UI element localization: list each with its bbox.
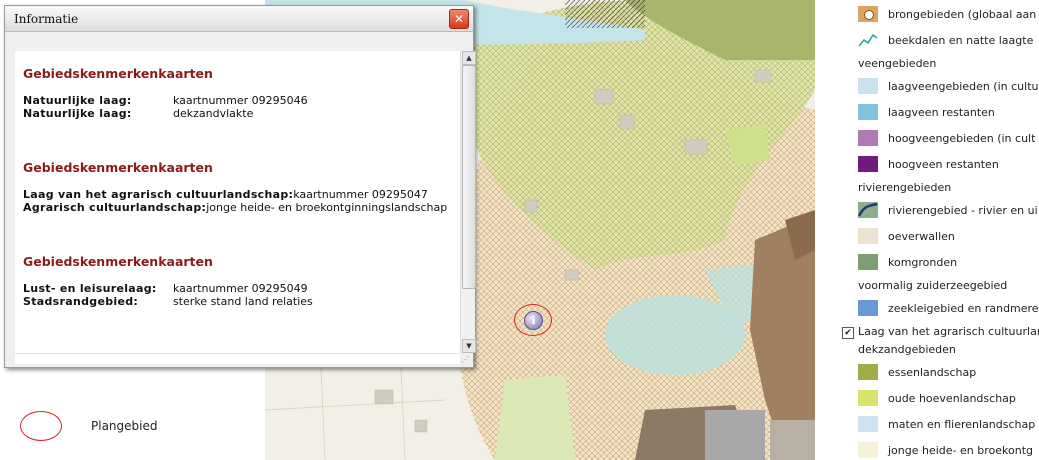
section-heading: Gebiedskenmerkenkaarten	[23, 160, 213, 175]
plangebied-symbol	[20, 411, 62, 441]
section-heading: Gebiedskenmerkenkaarten	[23, 66, 213, 81]
info-row: Laag van het agrarisch cultuurlandschap:…	[23, 188, 428, 201]
info-row: Stadsrandgebied: sterke stand land relat…	[23, 295, 313, 308]
legend-swatch	[858, 416, 878, 432]
info-value: sterke stand land relaties	[173, 295, 313, 308]
info-value: kaartnummer 09295047	[293, 188, 428, 201]
legend-item-label: laagveen restanten	[888, 106, 995, 119]
section-heading: Gebiedskenmerkenkaarten	[23, 254, 213, 269]
info-key: Natuurlijke laag:	[23, 94, 132, 107]
info-key: Laag van het agrarisch cultuurlandschap:	[23, 188, 294, 201]
legend-swatch	[858, 442, 878, 458]
legend-swatch	[858, 104, 878, 120]
legend-item-label: oeverwallen	[888, 230, 955, 243]
scroll-down-icon[interactable]: ▼	[462, 339, 476, 353]
info-value: kaartnummer 09295046	[173, 94, 308, 107]
legend-item-label: essenlandschap	[888, 366, 977, 379]
river-line-icon	[857, 202, 878, 218]
info-row: Lust- en leisurelaag: kaartnummer 092950…	[23, 282, 308, 295]
map-legend: brongebieden (globaal aan beekdalen en na…	[815, 0, 1039, 460]
legend-item-label: maten en flierenlandschap	[888, 418, 1036, 431]
info-row: Natuurlijke laag: kaartnummer 09295046	[23, 94, 308, 107]
legend-group-heading: voormalig zuiderzeegebied	[858, 279, 1008, 292]
spring-dot-icon	[858, 6, 878, 22]
plangebied-label: Plangebied	[91, 419, 158, 433]
legend-item-label: komgronden	[888, 256, 958, 269]
legend-item-label: hoogveengebieden (in cult	[888, 132, 1036, 145]
stream-line-icon	[858, 32, 878, 48]
info-key: Natuurlijke laag:	[23, 107, 132, 120]
popup-content: Gebiedskenmerkenkaarten Natuurlijke laag…	[15, 51, 460, 353]
info-section: Gebiedskenmerkenkaarten Laag van het agr…	[23, 160, 460, 214]
legend-item-label: oude hoevenlandschap	[888, 392, 1016, 405]
popup-title: Informatie	[14, 12, 79, 26]
close-icon[interactable]: ✕	[449, 9, 469, 29]
info-section: Gebiedskenmerkenkaarten Lust- en leisure…	[23, 254, 460, 308]
resize-grip-icon[interactable]: ⋰	[461, 355, 471, 365]
layer-label[interactable]: Laag van het agrarisch cultuurlan	[858, 325, 1039, 338]
legend-swatch	[858, 254, 878, 270]
popup-horizontal-area	[15, 353, 460, 364]
legend-swatch	[858, 228, 878, 244]
legend-item-label: rivierengebied - rivier en ui	[888, 204, 1038, 217]
legend-swatch	[858, 130, 878, 146]
info-key: Agrarisch cultuurlandschap:	[23, 201, 207, 214]
legend-item-label: laagveengebieden (in cultu	[888, 80, 1039, 93]
legend-item-label: zeekleigebied en randmere	[888, 302, 1039, 315]
info-value: dekzandvlakte	[173, 107, 254, 120]
info-value: kaartnummer 09295049	[173, 282, 308, 295]
scroll-up-icon[interactable]: ▲	[462, 51, 476, 65]
info-section: Gebiedskenmerkenkaarten Natuurlijke laag…	[23, 66, 460, 120]
info-row: Agrarisch cultuurlandschap:jonge heide- …	[23, 201, 447, 214]
legend-item-label: jonge heide- en broekontg	[888, 444, 1033, 457]
map-info-marker[interactable]: i	[514, 304, 552, 336]
legend-group-heading: veengebieden	[858, 57, 937, 70]
legend-swatch	[858, 78, 878, 94]
info-popup: Informatie ✕ Gebiedskenmerkenkaarten Nat…	[4, 5, 476, 368]
legend-group-heading: dekzandgebieden	[858, 343, 956, 356]
layer-checkbox[interactable]: ✔	[842, 327, 854, 339]
popup-scrollbar[interactable]: ▲ ▼	[460, 51, 476, 353]
info-icon[interactable]: i	[524, 311, 543, 330]
legend-group-heading: rivierengebieden	[858, 181, 952, 194]
legend-swatch	[858, 364, 878, 380]
legend-item-label: beekdalen en natte laagte	[888, 34, 1034, 47]
info-row: Natuurlijke laag: dekzandvlakte	[23, 107, 253, 120]
legend-swatch	[858, 300, 878, 316]
legend-item-label: hoogveen restanten	[888, 158, 999, 171]
legend-swatch	[858, 156, 878, 172]
popup-toolbar	[15, 38, 461, 52]
info-value: jonge heide- en broekontginningslandscha…	[206, 201, 448, 214]
legend-item-label: brongebieden (globaal aan	[888, 8, 1037, 21]
popup-header[interactable]: Informatie ✕	[5, 6, 473, 32]
info-key: Lust- en leisurelaag:	[23, 282, 157, 295]
info-key: Stadsrandgebied:	[23, 295, 139, 308]
scroll-thumb[interactable]	[462, 65, 476, 289]
legend-swatch	[858, 390, 878, 406]
